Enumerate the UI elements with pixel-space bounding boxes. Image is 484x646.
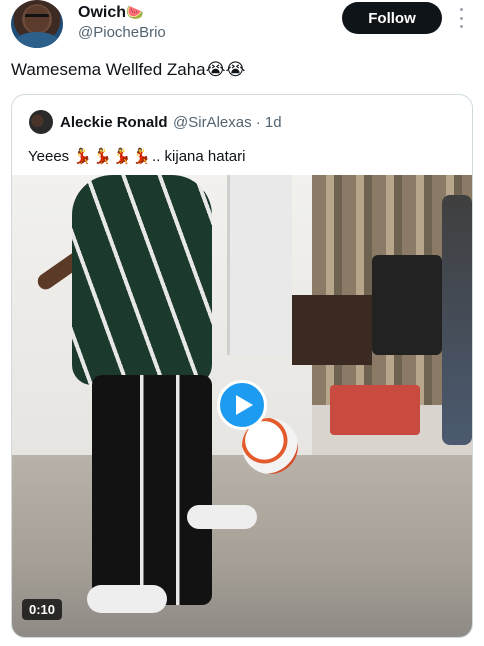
video-softbox-light bbox=[227, 175, 292, 355]
tweet-text: Wamesema Wellfed Zaha😭😭 bbox=[11, 60, 246, 79]
quoted-tweet-card[interactable]: Aleckie Ronald @SirAlexas · 1d Yeees 💃💃💃… bbox=[11, 94, 473, 638]
quoted-author-handle-time[interactable]: @SirAlexas · 1d bbox=[173, 114, 282, 131]
video-chair bbox=[372, 255, 442, 355]
video-bystander bbox=[442, 195, 472, 445]
play-triangle bbox=[236, 395, 253, 415]
watermelon-emoji: 🍉 bbox=[126, 4, 144, 20]
video-player[interactable]: 0:10 bbox=[12, 175, 472, 637]
avatar-glasses bbox=[25, 14, 49, 20]
quoted-tweet-text: Yeees 💃💃💃💃.. kijana hatari bbox=[28, 147, 245, 165]
dot bbox=[459, 8, 463, 11]
video-floor bbox=[12, 455, 472, 637]
author-handle[interactable]: @PiocheBrio bbox=[78, 24, 166, 41]
follow-button[interactable]: Follow bbox=[342, 2, 442, 34]
video-duration-badge: 0:10 bbox=[22, 599, 63, 620]
video-desk bbox=[292, 295, 372, 365]
dancer-emojis: 💃💃💃💃 bbox=[73, 148, 153, 165]
quoted-text-prefix: Yeees bbox=[28, 148, 74, 165]
dot bbox=[459, 25, 463, 28]
video-player-shoe bbox=[87, 585, 167, 613]
author-display-name[interactable]: Owich🍉 bbox=[78, 4, 143, 22]
quoted-author-avatar[interactable] bbox=[29, 110, 53, 134]
more-vertical-icon[interactable] bbox=[455, 6, 467, 30]
video-storage-box bbox=[330, 385, 420, 435]
author-name-text: Owich bbox=[78, 4, 127, 21]
avatar-shirt bbox=[15, 32, 59, 48]
play-icon[interactable] bbox=[217, 380, 267, 430]
quoted-text-suffix: .. kijana hatari bbox=[152, 148, 246, 165]
video-player-legs bbox=[92, 375, 212, 605]
quoted-author-name[interactable]: Aleckie Ronald bbox=[60, 114, 168, 131]
video-player-shoe bbox=[187, 505, 257, 529]
author-avatar[interactable] bbox=[11, 0, 63, 48]
dot bbox=[459, 16, 463, 20]
video-player-jersey bbox=[72, 175, 212, 385]
